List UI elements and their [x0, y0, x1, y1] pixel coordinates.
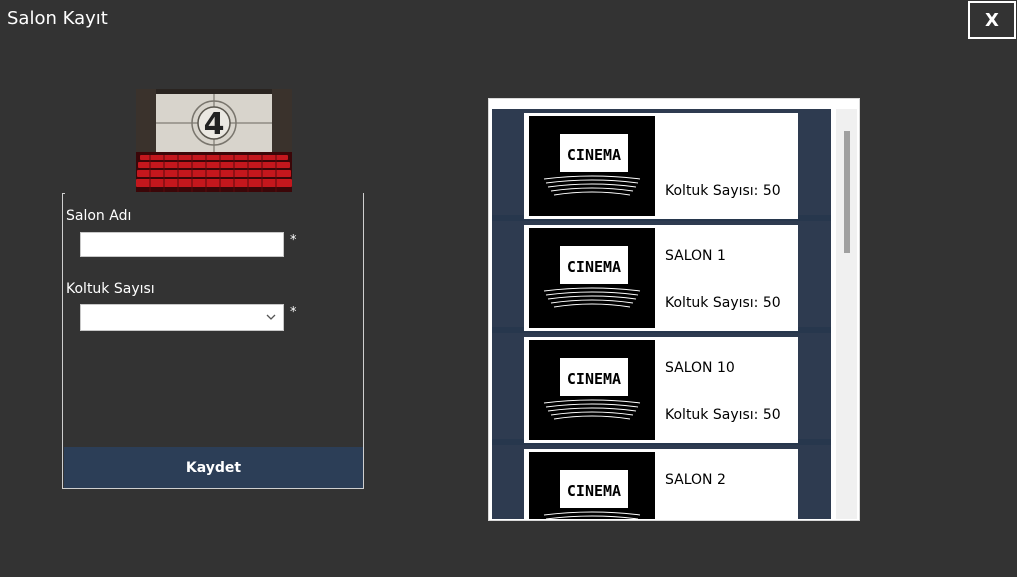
group-line [62, 193, 63, 213]
svg-text:4: 4 [204, 107, 225, 142]
window-title: Salon Kayıt [7, 8, 108, 29]
cinema-logo-image: CINEMA [529, 228, 655, 328]
scrollbar-thumb[interactable] [844, 131, 850, 253]
salon-name: SALON 1 [665, 248, 726, 264]
salon-card[interactable]: CINEMA SALON 10 Koltuk Sayısı: 50 [524, 337, 798, 443]
cinema-logo-icon: CINEMA [543, 358, 641, 420]
list-item: CINEMA SALON 10 Koltuk Sayısı: 50 [492, 333, 831, 443]
koltuk-sayisi-select[interactable] [80, 304, 284, 331]
required-marker: * [290, 233, 297, 248]
salon-form: Salon Adı * Koltuk Sayısı * Kaydet [62, 193, 364, 489]
salon-name: SALON 10 [665, 360, 735, 376]
salon-list[interactable]: CINEMA Koltuk Sayısı: 50 CINEMA SALON 1 … [488, 98, 860, 521]
chevron-down-icon[interactable] [265, 311, 277, 323]
list-item: CINEMA SALON 1 Koltuk Sayısı: 50 [492, 221, 831, 331]
svg-text:CINEMA: CINEMA [567, 146, 621, 164]
salon-seats: Koltuk Sayısı: 50 [665, 183, 781, 199]
list-item: CINEMA SALON 2 [492, 445, 831, 519]
salon-card[interactable]: CINEMA SALON 2 [524, 449, 798, 519]
group-line [62, 230, 63, 278]
salon-adi-text[interactable] [81, 233, 283, 256]
save-button[interactable]: Kaydet [64, 447, 363, 488]
cinema-logo-icon: CINEMA [543, 134, 641, 196]
cinema-logo-image: CINEMA [529, 452, 655, 519]
list-item: CINEMA Koltuk Sayısı: 50 [492, 109, 831, 219]
required-marker: * [290, 305, 297, 320]
cinema-banner-image: 4 [136, 89, 292, 192]
cinema-logo-icon: CINEMA [543, 470, 641, 519]
svg-text:CINEMA: CINEMA [567, 482, 621, 500]
cinema-logo-icon: CINEMA [543, 246, 641, 308]
salon-seats: Koltuk Sayısı: 50 [665, 295, 781, 311]
svg-text:CINEMA: CINEMA [567, 370, 621, 388]
close-button[interactable]: X [968, 1, 1016, 39]
salon-list-panel: CINEMA Koltuk Sayısı: 50 CINEMA SALON 1 … [492, 109, 831, 519]
cinema-logo-image: CINEMA [529, 340, 655, 440]
salon-card[interactable]: CINEMA SALON 1 Koltuk Sayısı: 50 [524, 225, 798, 331]
salon-adi-label: Salon Adı [66, 208, 132, 224]
svg-text:CINEMA: CINEMA [567, 258, 621, 276]
cinema-logo-image: CINEMA [529, 116, 655, 216]
salon-adi-input[interactable] [80, 232, 284, 257]
koltuk-sayisi-label: Koltuk Sayısı [66, 281, 155, 297]
vertical-scrollbar[interactable] [836, 109, 857, 519]
salon-seats: Koltuk Sayısı: 50 [665, 407, 781, 423]
salon-name: SALON 2 [665, 472, 726, 488]
cinema-screen-icon: 4 [136, 89, 292, 192]
salon-card[interactable]: CINEMA Koltuk Sayısı: 50 [524, 113, 798, 219]
